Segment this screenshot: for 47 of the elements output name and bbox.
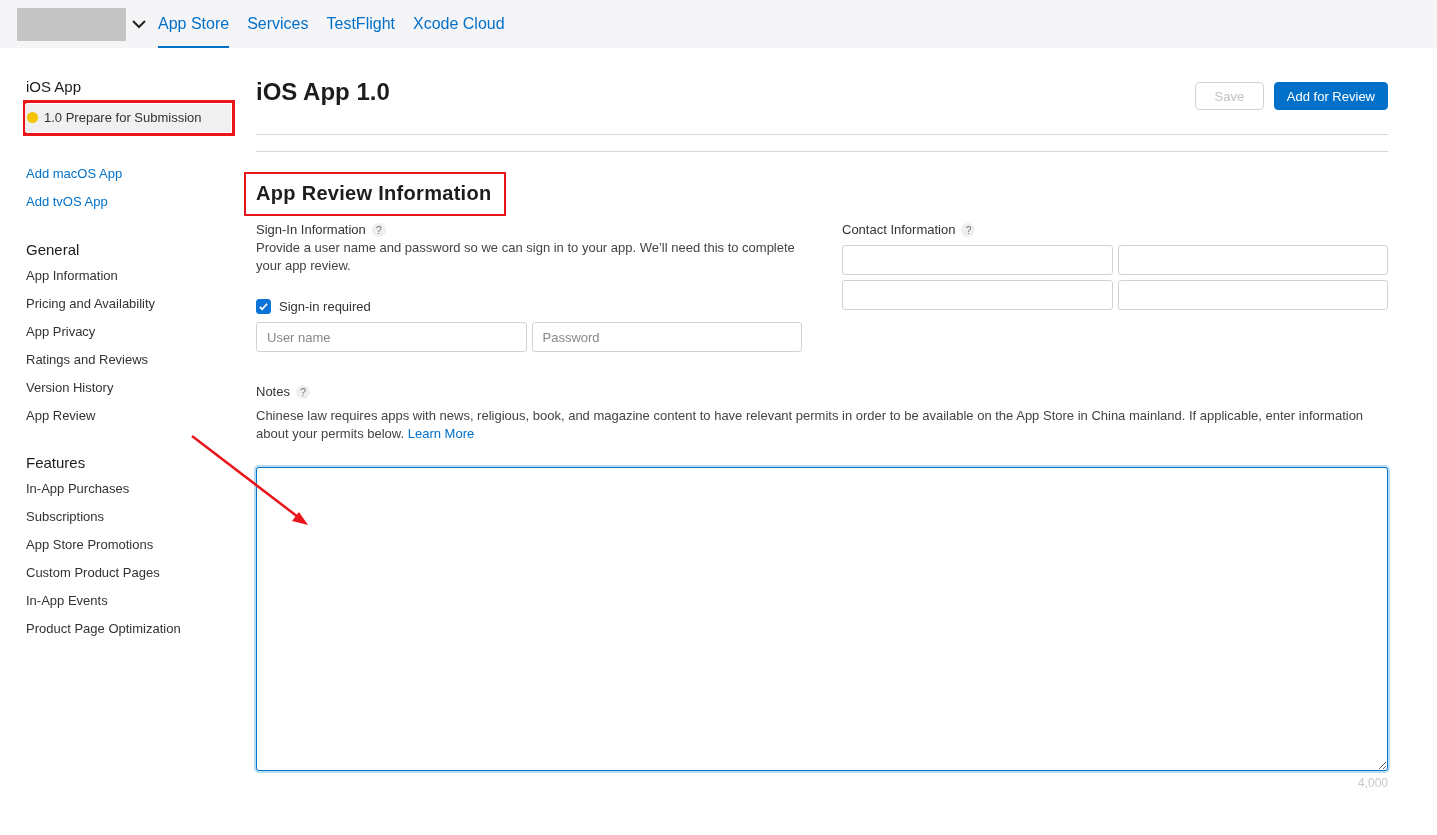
text-field[interactable] [1117,245,1388,275]
sidebar-section-title: Features [26,454,86,471]
sidebar-item[interactable]: App Privacy [26,324,96,339]
add-platform-link[interactable]: Add tvOS App [26,194,123,209]
sidebar-item[interactable]: Ratings and Reviews [26,352,149,367]
text-field[interactable] [1117,280,1388,310]
version-item[interactable]: 1.0 Prepare for Submission [25,104,231,132]
chevron-down-icon[interactable] [132,19,146,29]
text-field[interactable] [842,280,1113,310]
nav-tab[interactable]: App Store [158,0,230,48]
text-field[interactable]: User name [256,322,527,352]
notes-textarea[interactable] [256,467,1388,771]
sidebar-item[interactable]: App Store Promotions [26,537,154,552]
sidebar-item[interactable]: Subscriptions [26,509,105,524]
sidebar-item[interactable]: Product Page Optimization [26,621,181,636]
field-label: Contact Information [842,222,956,237]
sidebar-item[interactable]: App Information [26,268,118,283]
version-label: 1.0 Prepare for Submission [44,110,202,125]
nav-tab[interactable]: Xcode Cloud [413,0,505,48]
checkmark-icon [258,301,269,312]
nav-tab[interactable]: Services [247,0,309,48]
sidebar-heading: iOS App [26,78,82,95]
account-placeholder[interactable] [17,7,126,41]
field-label: Sign-In Information [256,222,366,237]
help-icon[interactable]: ? [371,222,386,237]
sidebar-item[interactable]: Version History [26,380,114,395]
page-title: iOS App 1.0 [256,78,390,106]
add-for-review-button[interactable]: Add for Review [1273,82,1388,110]
checkbox[interactable] [256,299,271,314]
sidebar-item[interactable]: App Review [26,408,96,423]
sidebar-item[interactable]: In-App Purchases [26,481,130,496]
help-icon[interactable]: ? [295,384,310,399]
help-icon[interactable]: ? [961,222,976,237]
sidebar-item[interactable]: Custom Product Pages [26,565,160,580]
sidebar-item[interactable]: In-App Events [26,593,108,608]
sidebar-section-title: General [26,241,80,258]
learn-more-link[interactable]: Learn More [407,426,475,441]
add-platform-link[interactable]: Add macOS App [26,166,123,181]
notes-description: Chinese law requires apps with news, religious, book, and magazine content to have relevant permits in order to be available on the App Store in China mainland. If applicable, enter information about your permits below. Learn More [256,407,1365,443]
nav-tab[interactable]: TestFlight [326,0,395,48]
field-label: Notes [256,384,290,399]
sidebar-item[interactable]: Pricing and Availability [26,296,156,311]
section-heading: App Review Information [246,174,504,214]
sign-in-checkbox[interactable]: Sign-in required [256,299,371,314]
text-field[interactable]: Password [531,322,802,352]
sign-in-description: Provide a user name and password so we can sign in to your app. We’ll need this to complete your app review. [256,239,796,275]
text-field[interactable] [842,245,1113,275]
